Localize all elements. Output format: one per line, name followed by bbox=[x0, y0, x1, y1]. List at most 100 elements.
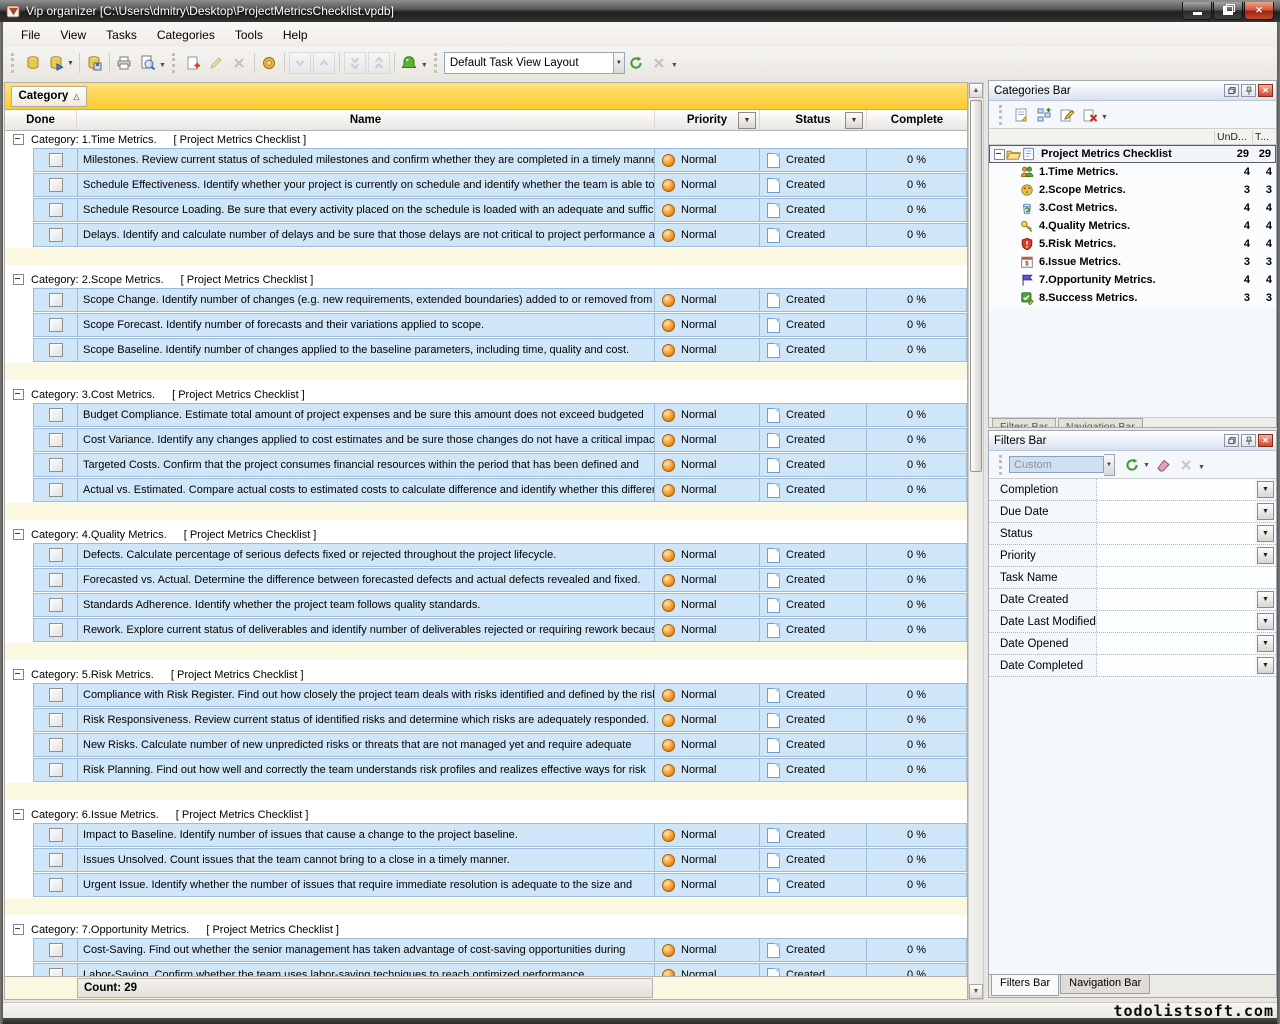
task-row[interactable]: Scope Change. Identify number of changes… bbox=[33, 288, 967, 312]
task-row[interactable]: Forecasted vs. Actual. Determine the dif… bbox=[33, 568, 967, 592]
delete-task-button[interactable] bbox=[228, 51, 251, 74]
move-down-button[interactable] bbox=[289, 52, 311, 74]
filter-dropdown-button[interactable]: ▼ bbox=[1257, 635, 1274, 652]
filter-value-field[interactable] bbox=[1096, 501, 1255, 522]
restore-window-button[interactable] bbox=[1213, 2, 1243, 20]
task-row[interactable]: Targeted Costs. Confirm that the project… bbox=[33, 453, 967, 477]
filter-value-field[interactable] bbox=[1096, 611, 1255, 632]
menu-view[interactable]: View bbox=[50, 24, 96, 46]
toolbar-grip[interactable] bbox=[172, 53, 178, 73]
task-row[interactable]: Cost Variance. Identify any changes appl… bbox=[33, 428, 967, 452]
filter-value-field[interactable] bbox=[1096, 523, 1255, 544]
new-database-button[interactable] bbox=[21, 51, 44, 74]
done-checkbox[interactable] bbox=[49, 623, 63, 637]
menu-tools[interactable]: Tools bbox=[225, 24, 273, 46]
apply-layout-button[interactable] bbox=[625, 51, 648, 74]
done-checkbox[interactable] bbox=[49, 343, 63, 357]
status-filter-button[interactable]: ▼ bbox=[845, 112, 863, 129]
done-checkbox[interactable] bbox=[49, 408, 63, 422]
column-header-priority[interactable]: Priority ▼ bbox=[655, 110, 760, 130]
done-checkbox[interactable] bbox=[49, 203, 63, 217]
tree-item-category[interactable]: 7.Opportunity Metrics.44 bbox=[989, 271, 1276, 289]
tree-item-category[interactable]: 5.Risk Metrics.44 bbox=[989, 235, 1276, 253]
tree-item-category[interactable]: 8.Success Metrics.33 bbox=[989, 289, 1276, 307]
new-task-button[interactable] bbox=[182, 51, 205, 74]
category-group-header[interactable]: Category: 3.Cost Metrics.[ Project Metri… bbox=[5, 386, 967, 403]
task-row[interactable]: Compliance with Risk Register. Find out … bbox=[33, 683, 967, 707]
toolbar-overflow-icon[interactable]: ▼ bbox=[1198, 464, 1205, 471]
collapse-group-icon[interactable] bbox=[13, 669, 24, 680]
done-checkbox[interactable] bbox=[49, 828, 63, 842]
minimize-window-button[interactable] bbox=[1182, 2, 1212, 20]
filter-value-field[interactable] bbox=[1096, 655, 1255, 676]
filter-dropdown-button[interactable]: ▼ bbox=[1257, 481, 1274, 498]
apply-filter-dropdown-icon[interactable]: ▼ bbox=[1143, 462, 1150, 469]
menu-file[interactable]: File bbox=[11, 24, 50, 46]
categories-bar-restore-button[interactable] bbox=[1224, 84, 1239, 97]
tree-item-root[interactable]: Project Metrics Checklist2929 bbox=[989, 145, 1276, 163]
new-checklist-button[interactable] bbox=[1009, 103, 1032, 126]
filter-dropdown-button[interactable]: ▼ bbox=[1257, 657, 1274, 674]
done-checkbox[interactable] bbox=[49, 853, 63, 867]
collapse-group-icon[interactable] bbox=[13, 389, 24, 400]
collapse-tree-icon[interactable] bbox=[994, 149, 1005, 160]
open-database-dropdown-icon[interactable]: ▼ bbox=[67, 60, 74, 67]
done-checkbox[interactable] bbox=[49, 573, 63, 587]
filter-value-field[interactable] bbox=[1096, 545, 1255, 566]
done-checkbox[interactable] bbox=[49, 228, 63, 242]
group-by-category-button[interactable]: Category △ bbox=[11, 86, 87, 107]
column-header-status[interactable]: Status ▼ bbox=[760, 110, 867, 130]
tree-item-category[interactable]: 4.Quality Metrics.44 bbox=[989, 217, 1276, 235]
notifications-button[interactable] bbox=[398, 51, 421, 74]
toolbar-grip[interactable] bbox=[999, 105, 1005, 125]
tab-filters-bar[interactable]: Filters Bar bbox=[991, 975, 1059, 996]
task-row[interactable]: Urgent Issue. Identify whether the numbe… bbox=[33, 873, 967, 897]
column-header-name[interactable]: Name bbox=[77, 110, 655, 130]
print-preview-button[interactable] bbox=[136, 51, 159, 74]
toolbar-grip[interactable] bbox=[434, 53, 440, 73]
move-to-bottom-button[interactable] bbox=[344, 52, 366, 74]
delete-category-button[interactable] bbox=[1078, 103, 1101, 126]
collapse-group-icon[interactable] bbox=[13, 809, 24, 820]
done-checkbox[interactable] bbox=[49, 318, 63, 332]
collapse-group-icon[interactable] bbox=[13, 924, 24, 935]
task-row[interactable]: Impact to Baseline. Identify number of i… bbox=[33, 823, 967, 847]
done-checkbox[interactable] bbox=[49, 943, 63, 957]
task-row[interactable]: Defects. Calculate percentage of serious… bbox=[33, 543, 967, 567]
layout-combo[interactable]: Default Task View Layout bbox=[444, 52, 614, 74]
task-row[interactable]: New Risks. Calculate number of new unpre… bbox=[33, 733, 967, 757]
filter-preset-combo[interactable]: Custom bbox=[1009, 456, 1104, 473]
done-checkbox[interactable] bbox=[49, 763, 63, 777]
task-row[interactable]: Budget Compliance. Estimate total amount… bbox=[33, 403, 967, 427]
filter-value-field[interactable] bbox=[1096, 633, 1255, 654]
task-row[interactable]: Milestones. Review current status of sch… bbox=[33, 148, 967, 172]
done-checkbox[interactable] bbox=[49, 738, 63, 752]
done-checkbox[interactable] bbox=[49, 688, 63, 702]
filters-bar-close-button[interactable]: ✕ bbox=[1258, 434, 1273, 447]
task-row[interactable]: Risk Responsiveness. Review current stat… bbox=[33, 708, 967, 732]
scrollbar-thumb[interactable] bbox=[970, 100, 982, 472]
task-row[interactable]: Risk Planning. Find out how well and cor… bbox=[33, 758, 967, 782]
category-group-header[interactable]: Category: 6.Issue Metrics.[ Project Metr… bbox=[5, 806, 967, 823]
menu-categories[interactable]: Categories bbox=[147, 24, 225, 46]
delete-layout-button[interactable] bbox=[648, 51, 671, 74]
filter-dropdown-button[interactable]: ▼ bbox=[1257, 613, 1274, 630]
filter-value-field[interactable] bbox=[1096, 589, 1255, 610]
done-checkbox[interactable] bbox=[49, 713, 63, 727]
column-header-done[interactable]: Done bbox=[5, 110, 77, 130]
apply-filter-button[interactable] bbox=[1120, 453, 1143, 476]
menu-help[interactable]: Help bbox=[273, 24, 318, 46]
task-row[interactable]: Issues Unsolved. Count issues that the t… bbox=[33, 848, 967, 872]
open-database-button[interactable] bbox=[44, 51, 67, 74]
assign-task-button[interactable] bbox=[258, 51, 281, 74]
toolbar-overflow-icon[interactable]: ▼ bbox=[159, 62, 166, 69]
toolbar-grip[interactable] bbox=[11, 53, 17, 73]
scroll-up-icon[interactable]: ▲ bbox=[969, 83, 983, 98]
done-checkbox[interactable] bbox=[49, 878, 63, 892]
filter-dropdown-button[interactable]: ▼ bbox=[1257, 503, 1274, 520]
filter-dropdown-button[interactable]: ▼ bbox=[1257, 591, 1274, 608]
move-to-top-button[interactable] bbox=[368, 52, 390, 74]
column-header-total[interactable]: T... bbox=[1252, 131, 1276, 143]
task-row[interactable]: Actual vs. Estimated. Compare actual cos… bbox=[33, 478, 967, 502]
filters-bar-restore-button[interactable] bbox=[1224, 434, 1239, 447]
